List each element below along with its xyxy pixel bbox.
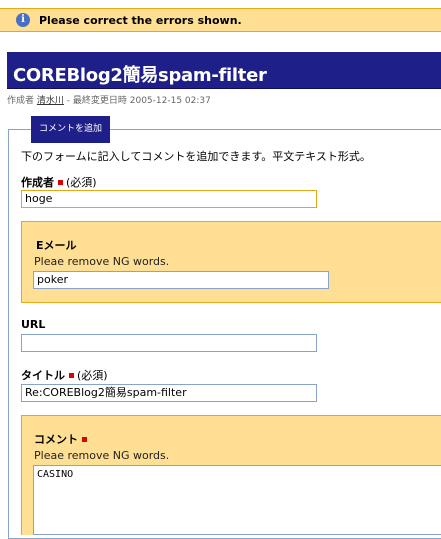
comment-error-message: Pleae remove NG words. [34,449,170,462]
author-label: 作成者 [7,96,35,106]
title-input[interactable]: Re:COREBlog2簡易spam-filter [21,384,317,402]
form-intro: 下のフォームに記入してコメントを追加できます。平文テキスト形式。 [21,150,371,163]
email-error-message: Pleae remove NG words. [34,255,170,268]
page-title: COREBlog2簡易spam-filter [13,65,267,86]
url-input[interactable] [21,334,317,352]
modified-date: 2005-12-15 02:37 [129,96,211,106]
email-field-label: Eメール [36,239,77,252]
form-legend: コメントを追加 [31,116,110,143]
author-link[interactable]: 清水川 [37,96,64,106]
status-message: Please correct the errors shown. [39,14,242,27]
title-field-label: タイトル (必須) [21,367,108,383]
email-input[interactable]: poker [33,271,329,289]
required-text: (必須) [77,369,108,382]
title-label-text: タイトル [21,369,65,382]
modified-label: - 最終変更日時 [63,96,130,106]
info-icon: i [16,13,30,27]
required-marker [82,437,87,442]
required-marker [69,373,74,378]
page-title-bar: COREBlog2簡易spam-filter [7,52,441,89]
comment-textarea[interactable]: CASINO [33,465,441,535]
status-message-bar: i Please correct the errors shown. [0,8,441,32]
required-text: (必須) [66,176,97,189]
required-marker [58,180,63,185]
comment-label-text: コメント [34,433,78,446]
url-field-label: URL [21,318,46,331]
comment-field-label: コメント [34,431,90,447]
author-label-text: 作成者 [21,176,54,189]
byline: 作成者 清水川 - 最終変更日時 2005-12-15 02:37 [7,93,211,106]
author-field-label: 作成者 (必須) [21,174,97,190]
author-input[interactable]: hoge [21,190,317,208]
